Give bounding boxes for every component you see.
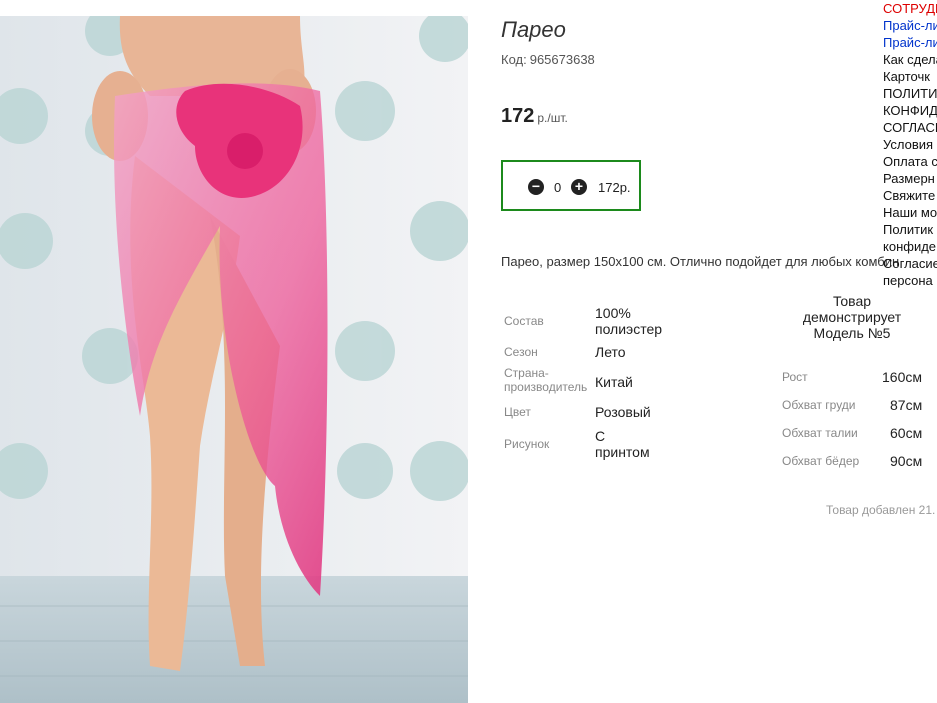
side-menu-item-privacy-policy-2[interactable]: конфиде: [883, 238, 937, 255]
quantity-total: 172р.: [598, 180, 631, 195]
model-row-hips-label: Обхват бёдер: [782, 454, 860, 468]
price-value: 172: [501, 105, 535, 127]
attr-value: 100% полиэстер: [595, 305, 662, 337]
model-heading-line: демонстрирует: [802, 309, 902, 325]
side-menu-item-terms[interactable]: Условия: [883, 136, 937, 153]
side-menu-item-how-to-order[interactable]: Как сделат: [883, 51, 937, 68]
model-row-hips-value: 90см: [890, 453, 923, 469]
attr-key: Цвет: [504, 405, 531, 419]
model-row-bust-label: Обхват груди: [782, 398, 856, 412]
attr-key-line: производитель: [504, 380, 588, 394]
attr-key: Сезон: [504, 345, 538, 359]
model-heading-line: Товар: [832, 293, 872, 309]
side-menu-item-contact[interactable]: Свяжите: [883, 187, 937, 204]
model-row-waist-label: Обхват талии: [782, 426, 858, 440]
product-code-label: Код:: [501, 52, 527, 67]
product-code-value: 965673638: [529, 52, 595, 67]
product-title: Парео: [501, 17, 566, 42]
attr-value: С принтом: [595, 428, 650, 460]
side-menu-item-personal-data[interactable]: персона: [883, 272, 937, 289]
attr-value-line: полиэстер: [595, 321, 663, 337]
side-menu: СОТРУДН Прайс-лис Прайс-лис Как сделат К…: [883, 0, 937, 289]
side-menu-item-card[interactable]: Карточк: [883, 68, 937, 85]
product-code: Код: 965673638: [501, 52, 595, 67]
model-heading-line: Модель №5: [813, 325, 891, 341]
quantity-value: 0: [554, 180, 562, 195]
product-photo[interactable]: [0, 16, 468, 703]
model-row-height-label: Рост: [782, 370, 808, 384]
quantity-selector: − 0 + 172р.: [501, 160, 641, 211]
product-price: 172 р./шт.: [501, 105, 568, 128]
side-menu-item-pricelist-2[interactable]: Прайс-лис: [883, 34, 937, 51]
attr-key: Страна- производитель: [504, 366, 587, 394]
side-menu-item-sizes[interactable]: Размерн: [883, 170, 937, 187]
side-menu-item-employees[interactable]: СОТРУДН: [883, 0, 937, 17]
attr-key: Рисунок: [504, 437, 550, 451]
plus-circle-icon[interactable]: +: [571, 179, 587, 195]
attr-value: Китай: [595, 374, 633, 390]
price-unit: р./шт.: [537, 111, 568, 125]
model-row-height-value: 160см: [882, 369, 922, 385]
attr-value-line: принтом: [595, 444, 650, 460]
model-heading: Товар демонстрирует Модель №5: [790, 293, 914, 341]
added-date: Товар добавлен 21.: [826, 503, 936, 517]
minus-circle-icon[interactable]: −: [528, 179, 544, 195]
side-menu-item-policy[interactable]: ПОЛИТИ: [883, 85, 937, 102]
attr-key-line: Страна-: [504, 366, 549, 380]
side-menu-item-consent[interactable]: СОГЛАСИ: [883, 119, 937, 136]
attr-value-line: 100%: [595, 305, 631, 321]
attr-key: Состав: [504, 314, 544, 328]
model-row-waist-value: 60см: [890, 425, 923, 441]
side-menu-item-privacy-policy[interactable]: Политик: [883, 221, 937, 238]
side-menu-item-confidential[interactable]: КОНФИД: [883, 102, 937, 119]
attr-value: Розовый: [595, 404, 651, 420]
model-row-bust-value: 87см: [890, 397, 923, 413]
side-menu-item-consent-2[interactable]: Согласие: [883, 255, 937, 272]
attr-value-line: С: [595, 428, 606, 444]
side-menu-item-payment[interactable]: Оплата с: [883, 153, 937, 170]
side-menu-item-pricelist-1[interactable]: Прайс-лис: [883, 17, 937, 34]
attr-value: Лето: [595, 344, 626, 360]
product-description: Парео, размер 150x100 см. Отлично подойд…: [501, 254, 900, 269]
side-menu-item-models[interactable]: Наши мо: [883, 204, 937, 221]
